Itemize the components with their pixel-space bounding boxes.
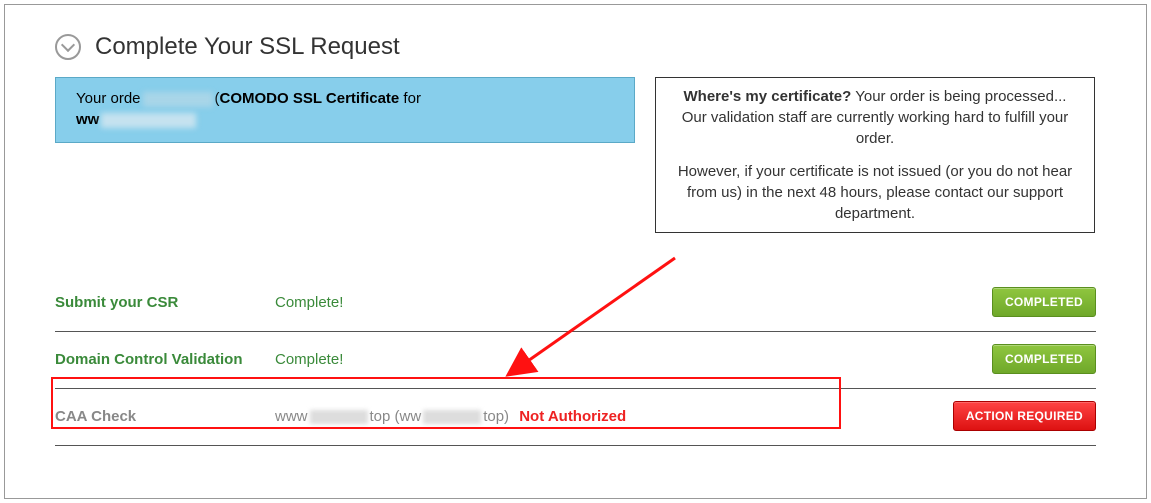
certificate-name: COMODO SSL Certificate	[220, 90, 400, 107]
chevron-down-icon[interactable]	[55, 34, 81, 60]
step-label: Domain Control Validation	[55, 351, 275, 368]
action-required-badge[interactable]: ACTION REQUIRED	[953, 401, 1096, 431]
ssl-request-panel: Complete Your SSL Request Your orde(COMO…	[4, 4, 1147, 499]
domain-text-prefix: www	[275, 408, 308, 425]
page-header: Complete Your SSL Request	[55, 33, 1096, 61]
step-label: CAA Check	[55, 408, 275, 425]
content-row: Your orde(COMODO SSL Certificate for ww …	[55, 77, 1096, 233]
for-text: for	[399, 90, 421, 107]
info-paragraph-2: However, if your certificate is not issu…	[670, 161, 1080, 224]
completed-badge[interactable]: COMPLETED	[992, 287, 1096, 317]
domain-text-mid: top (ww	[370, 408, 422, 425]
info-paragraph-1: Where's my certificate? Your order is be…	[670, 86, 1080, 149]
redacted-text	[423, 410, 481, 424]
redacted-text	[143, 92, 213, 107]
not-authorized-text: Not Authorized	[519, 408, 626, 425]
step-row-dcv: Domain Control Validation Complete! COMP…	[55, 332, 1096, 389]
step-row-caa: CAA Check wwwtop (wwtop) Not Authorized …	[55, 389, 1096, 446]
order-prefix: Your orde	[76, 90, 141, 107]
step-status: Complete!	[275, 294, 992, 311]
domain-text-suffix: top)	[483, 408, 509, 425]
step-status: www top (ww top) Not Authorized	[275, 408, 953, 425]
completed-badge[interactable]: COMPLETED	[992, 344, 1096, 374]
page-title: Complete Your SSL Request	[95, 33, 400, 61]
certificate-info-box: Where's my certificate? Your order is be…	[655, 77, 1095, 233]
step-status: Complete!	[275, 351, 992, 368]
order-summary-box: Your orde(COMODO SSL Certificate for ww	[55, 77, 635, 143]
domain-prefix: ww	[76, 111, 99, 128]
redacted-text	[310, 410, 368, 424]
redacted-domain	[101, 113, 196, 128]
step-label: Submit your CSR	[55, 294, 275, 311]
steps-list: Submit your CSR Complete! COMPLETED Doma…	[55, 275, 1096, 446]
step-row-csr: Submit your CSR Complete! COMPLETED	[55, 275, 1096, 332]
info-heading: Where's my certificate?	[684, 88, 852, 105]
